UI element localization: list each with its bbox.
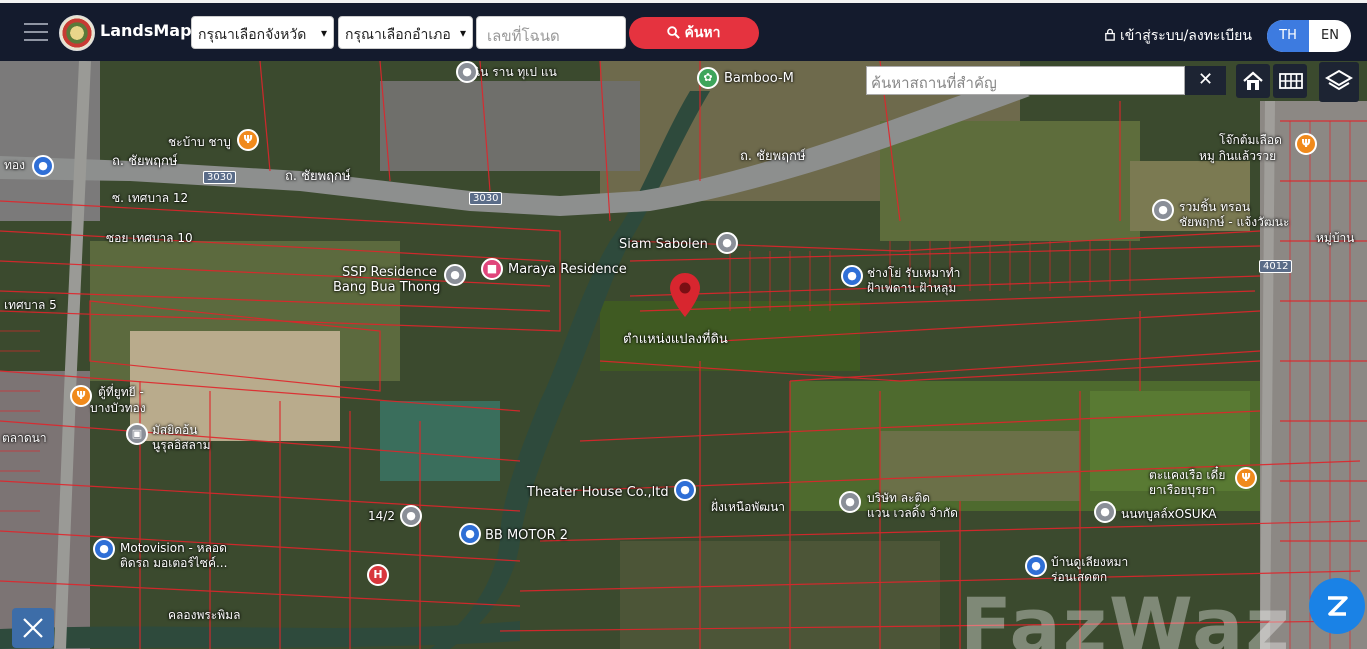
- shop-icon[interactable]: ●: [841, 265, 863, 287]
- restaurant-icon[interactable]: Ψ: [70, 385, 92, 407]
- layers-button[interactable]: [1319, 62, 1359, 102]
- place-label: BB MOTOR 2: [485, 528, 569, 543]
- canal-label: คลองพระพิมล: [168, 608, 241, 622]
- search-icon: [667, 26, 681, 39]
- province-select[interactable]: กรุณาเลือกจังหวัด ▾: [191, 16, 334, 49]
- brand-name[interactable]: LandsMaps: [100, 21, 201, 40]
- place-pin-icon[interactable]: ●: [1152, 199, 1174, 221]
- restaurant-icon[interactable]: Ψ: [1235, 467, 1257, 489]
- lang-th-button[interactable]: TH: [1267, 20, 1309, 52]
- parcel-position-label: ตำแหน่งแปลงที่ดิน: [623, 332, 728, 347]
- chevron-down-icon: ▾: [459, 26, 466, 40]
- place-label: Maraya Residence: [508, 262, 627, 277]
- grid-icon: [1279, 73, 1303, 89]
- fazwaz-watermark: FazWaz: [960, 581, 1292, 649]
- road-label: ถ. ชัยพฤกษ์: [112, 154, 178, 169]
- menu-icon[interactable]: [24, 23, 48, 41]
- place-pin-icon[interactable]: ●: [400, 505, 422, 527]
- restaurant-icon[interactable]: Ψ: [237, 129, 259, 151]
- search-button[interactable]: ค้นหา: [629, 17, 759, 49]
- place-label: หมู่บ้าน: [1316, 231, 1355, 245]
- district-select-value: กรุณาเลือกอำเภอ: [345, 27, 451, 43]
- place-label: บางบัวทอง: [90, 401, 146, 415]
- road-label: ถ. ชัยพฤกษ์: [740, 149, 806, 164]
- language-toggle[interactable]: TH EN: [1267, 20, 1351, 52]
- place-label: Bang Bua Thong: [333, 280, 441, 295]
- place-search-input[interactable]: ค้นหาสถานที่สำคัญ: [866, 66, 1185, 95]
- road-label: ซอย เทศบาล 10: [106, 231, 193, 245]
- shop-icon[interactable]: ●: [93, 538, 115, 560]
- place-pin-icon[interactable]: ●: [839, 491, 861, 513]
- place-pin-icon[interactable]: ●: [456, 61, 478, 83]
- place-label: หมู กินแล้วรวย: [1199, 149, 1277, 163]
- grid-button[interactable]: [1273, 64, 1307, 98]
- place-label: ฝั่งเหนือพัฒนา: [711, 500, 786, 514]
- close-icon: ✕: [1197, 69, 1214, 90]
- shop-icon[interactable]: ●: [459, 523, 481, 545]
- home-icon: [1243, 71, 1263, 90]
- place-label: ติดรถ มอเตอร์ไซค์...: [120, 556, 228, 570]
- clear-search-button[interactable]: ✕: [1185, 66, 1226, 95]
- place-label: นนทบูลล์xOSUKA: [1121, 507, 1217, 521]
- restaurant-icon[interactable]: Ψ: [1295, 133, 1317, 155]
- location-pin-icon[interactable]: [670, 273, 700, 317]
- province-select-value: กรุณาเลือกจังหวัด: [198, 27, 307, 43]
- route-shield: 3030: [469, 192, 503, 205]
- lodging-icon[interactable]: ■: [481, 258, 503, 280]
- place-label: Bamboo-M: [724, 71, 794, 86]
- login-label: เข้าสู่ระบบ/ลงทะเบียน: [1120, 28, 1252, 44]
- place-label: Siam Sabolen: [619, 237, 708, 252]
- place-label: ฉิน ราน ทุเป แน: [472, 65, 557, 79]
- place-label: ทอง: [4, 158, 25, 172]
- store-icon[interactable]: ✿: [697, 67, 719, 89]
- lang-en-button[interactable]: EN: [1309, 20, 1351, 52]
- shop-icon[interactable]: ●: [674, 479, 696, 501]
- hospital-icon[interactable]: H: [367, 564, 389, 586]
- route-shield: 4012: [1259, 260, 1293, 273]
- search-button-label: ค้นหา: [684, 25, 721, 41]
- landsmaps-logo[interactable]: [59, 15, 95, 51]
- ruler-pencil-icon: [23, 618, 43, 638]
- road-label: ซ. เทศบาล 12: [112, 191, 189, 205]
- place-pin-icon[interactable]: ●: [444, 264, 466, 286]
- place-label: ชะบ้าบ ชาบู: [168, 135, 231, 149]
- road-label: ถ. ชัยพฤกษ์: [285, 169, 351, 184]
- place-pin-icon[interactable]: ●: [716, 232, 738, 254]
- place-label: ฝ้าเพดาน ฝ้าหลุม: [867, 281, 957, 295]
- place-label: Theater House Co.,ltd: [527, 485, 669, 500]
- chat-icon: [1328, 596, 1348, 616]
- place-label: SSP Residence: [342, 265, 437, 280]
- route-shield: 3030: [203, 171, 237, 184]
- district-select[interactable]: กรุณาเลือกอำเภอ ▾: [338, 16, 473, 49]
- shop-icon[interactable]: ●: [32, 155, 54, 177]
- satellite-map[interactable]: ถ. ชัยพฤกษ์ ถ. ชัยพฤกษ์ ถ. ชัยพฤกษ์ 3030…: [0, 61, 1367, 649]
- layers-icon: [1325, 69, 1353, 91]
- place-label: ยาเรือยบุรยา: [1149, 483, 1216, 497]
- login-link[interactable]: เข้าสู่ระบบ/ลงทะเบียน: [1104, 25, 1252, 47]
- place-label: 14/2: [368, 509, 395, 523]
- road-label: เทศบาล 5: [4, 298, 57, 312]
- home-button[interactable]: [1236, 64, 1270, 98]
- place-label: แวน เวลดิ้ง จำกัด: [867, 506, 958, 520]
- place-label: ตลาดนา: [2, 431, 47, 445]
- deed-number-input[interactable]: เลขที่โฉนด: [476, 16, 626, 49]
- lock-icon: [1105, 28, 1115, 41]
- place-label: นูรุลอิสลาม: [152, 438, 211, 452]
- mosque-icon[interactable]: ▣: [126, 423, 148, 445]
- chevron-down-icon: ▾: [320, 26, 327, 40]
- shop-icon[interactable]: ●: [1025, 555, 1047, 577]
- place-pin-icon[interactable]: ●: [1094, 501, 1116, 523]
- chat-button[interactable]: [1309, 578, 1365, 634]
- top-navigation-bar: LandsMaps กรุณาเลือกจังหวัด ▾ กรุณาเลือก…: [0, 0, 1367, 61]
- measure-tool-button[interactable]: [12, 608, 54, 648]
- place-label: ชัยพฤกษ์ - แจ้งวัฒนะ: [1179, 215, 1290, 229]
